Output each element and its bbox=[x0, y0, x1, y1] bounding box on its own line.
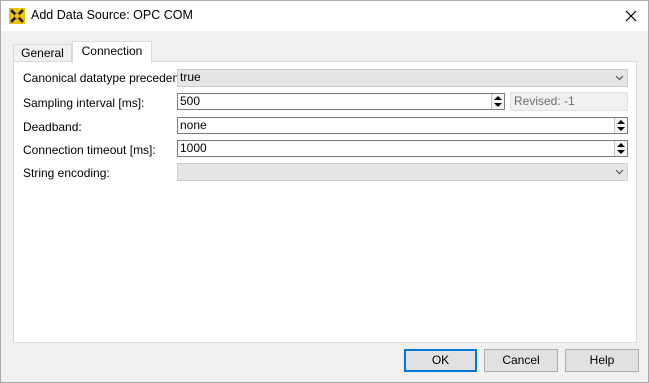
timeout-value: 1000 bbox=[180, 141, 207, 155]
spin-down-icon[interactable] bbox=[617, 127, 625, 131]
close-button[interactable] bbox=[613, 1, 648, 31]
revised-field: Revised: -1 bbox=[510, 92, 628, 111]
encoding-select[interactable] bbox=[177, 163, 628, 181]
dialog-window: Add Data Source: OPC COM General Connect… bbox=[0, 0, 649, 383]
sampling-label: Sampling interval [ms]: bbox=[23, 96, 145, 110]
ok-button[interactable]: OK bbox=[404, 349, 477, 372]
sampling-spinner[interactable] bbox=[491, 94, 504, 109]
sampling-value: 500 bbox=[180, 94, 201, 108]
timeout-spinner[interactable] bbox=[614, 141, 627, 156]
timeout-input[interactable]: 1000 bbox=[177, 140, 628, 157]
window-title: Add Data Source: OPC COM bbox=[31, 8, 193, 22]
spin-down-icon[interactable] bbox=[494, 103, 502, 107]
canonical-select[interactable]: true bbox=[177, 69, 628, 87]
spin-down-icon[interactable] bbox=[617, 150, 625, 154]
canonical-label: Canonical datatype precedence: bbox=[23, 71, 196, 85]
sampling-input[interactable]: 500 bbox=[177, 93, 505, 110]
canonical-value: true bbox=[180, 70, 201, 84]
title-bar[interactable]: Add Data Source: OPC COM bbox=[1, 1, 648, 31]
tab-connection[interactable]: Connection bbox=[72, 41, 152, 63]
close-icon bbox=[625, 10, 636, 22]
spin-up-icon[interactable] bbox=[494, 96, 502, 100]
deadband-spinner[interactable] bbox=[614, 118, 627, 133]
chevron-down-icon bbox=[615, 169, 624, 175]
encoding-label: String encoding: bbox=[23, 166, 110, 180]
deadband-input[interactable]: none bbox=[177, 117, 628, 134]
tab-general[interactable]: General bbox=[13, 44, 72, 62]
cancel-button[interactable]: Cancel bbox=[484, 349, 558, 372]
deadband-value: none bbox=[180, 118, 207, 132]
help-button[interactable]: Help bbox=[565, 349, 639, 372]
connection-panel: Canonical datatype precedence: true Samp… bbox=[13, 61, 637, 343]
timeout-label: Connection timeout [ms]: bbox=[23, 143, 156, 157]
spin-up-icon[interactable] bbox=[617, 143, 625, 147]
spin-up-icon[interactable] bbox=[617, 120, 625, 124]
app-logo-icon bbox=[9, 8, 25, 24]
chevron-down-icon bbox=[615, 75, 624, 81]
deadband-label: Deadband: bbox=[23, 120, 82, 134]
